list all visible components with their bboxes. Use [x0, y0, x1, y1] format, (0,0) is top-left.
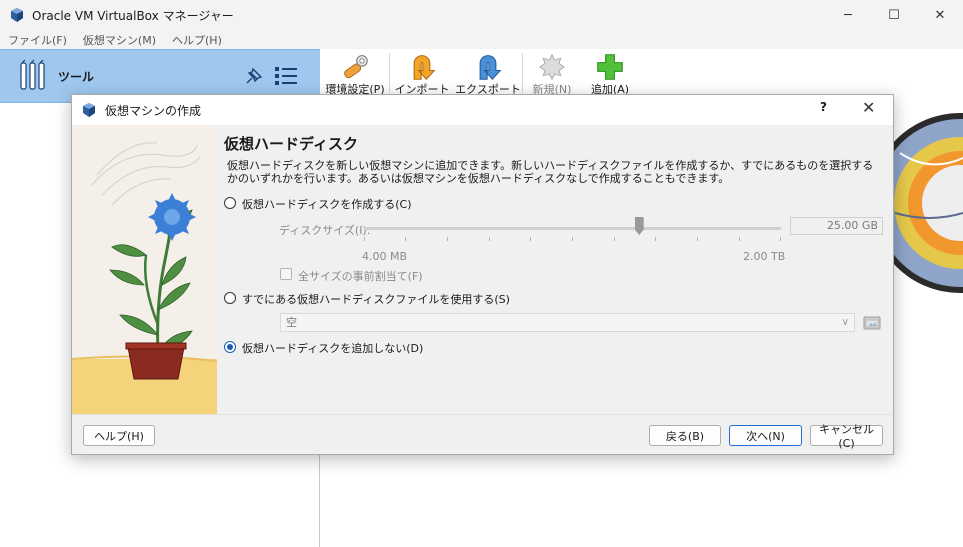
preallocate-label[interactable]: 全サイズの事前割当て(F): [298, 268, 423, 284]
radio-do-not-add[interactable]: [224, 341, 236, 353]
page-title: 仮想ハードディスク: [224, 135, 358, 153]
radio-create-new-label[interactable]: 仮想ハードディスクを作成する(C): [242, 196, 412, 212]
welcome-graphic: [890, 113, 963, 293]
preallocate-checkbox[interactable]: [280, 268, 292, 280]
preferences-button[interactable]: 環境設定(P): [321, 49, 389, 97]
chevron-down-icon: ∨: [841, 317, 849, 328]
import-icon: [413, 55, 436, 81]
page-description: 仮想ハードディスクを新しい仮想マシンに追加できます。新しいハードディスクファイル…: [227, 159, 874, 185]
dialog-content: 仮想ハードディスク 仮想ハードディスクを新しい仮想マシンに追加できます。新しいハ…: [217, 125, 893, 414]
radio-use-existing-label[interactable]: すでにある仮想ハードディスクファイルを使用する(S): [242, 291, 510, 307]
menubar: ファイル(F) 仮想マシン(M) ヘルプ(H): [0, 30, 963, 49]
plant-illustration: [72, 125, 217, 414]
folder-open-icon[interactable]: [863, 314, 881, 331]
maximize-button[interactable]: ☐: [871, 0, 917, 30]
list-view-icon[interactable]: [274, 65, 298, 87]
disk-size-input[interactable]: 25.00 GB: [790, 217, 883, 235]
disk-size-slider[interactable]: [364, 227, 781, 230]
add-machine-button[interactable]: 追加(A): [581, 49, 639, 97]
slider-handle[interactable]: [634, 217, 644, 235]
new-machine-button[interactable]: 新規(N): [523, 49, 581, 97]
slider-ticks: [364, 237, 781, 241]
minimize-button[interactable]: ─: [825, 0, 871, 30]
existing-file-value: 空: [286, 316, 297, 329]
back-button[interactable]: 戻る(B): [649, 425, 721, 446]
dialog-title: 仮想マシンの作成: [105, 103, 202, 118]
next-button[interactable]: 次へ(N): [729, 425, 802, 446]
tools-label: ツール: [58, 69, 95, 84]
slider-max-label: 2.00 TB: [743, 250, 786, 263]
window-title: Oracle VM VirtualBox マネージャー: [32, 8, 234, 23]
pin-icon[interactable]: [243, 65, 265, 87]
help-button[interactable]: ヘルプ(H): [83, 425, 155, 446]
main-toolbar: 環境設定(P) インポート エクスポート 新規(N) 追加(A): [321, 49, 963, 97]
virtualbox-icon: [83, 103, 95, 117]
slider-min-label: 4.00 MB: [362, 250, 408, 263]
disk-size-label: ディスクサイズ(I):: [279, 224, 371, 237]
dialog-footer: ヘルプ(H) 戻る(B) 次へ(N) キャンセル(C): [72, 414, 893, 454]
menu-help[interactable]: ヘルプ(H): [172, 32, 222, 48]
window-controls: ─ ☐ ✕: [825, 0, 963, 30]
export-icon: [479, 55, 502, 81]
add-icon: [597, 54, 623, 80]
main-titlebar: Oracle VM VirtualBox マネージャー ─ ☐ ✕: [0, 0, 963, 30]
menu-file[interactable]: ファイル(F): [8, 32, 67, 48]
create-vm-dialog: 仮想マシンの作成 ? ✕ 仮想ハードディスク 仮想ハードディスクを新しい仮想マシ…: [71, 94, 894, 455]
radio-do-not-add-label[interactable]: 仮想ハードディスクを追加しない(D): [242, 340, 423, 356]
existing-file-select[interactable]: 空 ∨: [280, 313, 855, 332]
wrench-icon: [344, 55, 368, 79]
export-button[interactable]: エクスポート: [454, 49, 522, 97]
radio-create-new[interactable]: [224, 197, 236, 209]
import-button[interactable]: インポート: [390, 49, 454, 97]
menu-machine[interactable]: 仮想マシン(M): [83, 32, 156, 48]
radio-use-existing[interactable]: [224, 292, 236, 304]
dialog-titlebar: 仮想マシンの作成 ? ✕: [72, 95, 893, 125]
virtualbox-icon: [11, 8, 23, 22]
new-machine-icon: [538, 53, 566, 81]
cancel-button[interactable]: キャンセル(C): [810, 423, 883, 450]
close-window-button[interactable]: ✕: [917, 0, 963, 30]
dialog-help-button[interactable]: ?: [820, 100, 827, 114]
tools-icon: [20, 59, 45, 90]
dialog-close-button[interactable]: ✕: [862, 98, 875, 117]
